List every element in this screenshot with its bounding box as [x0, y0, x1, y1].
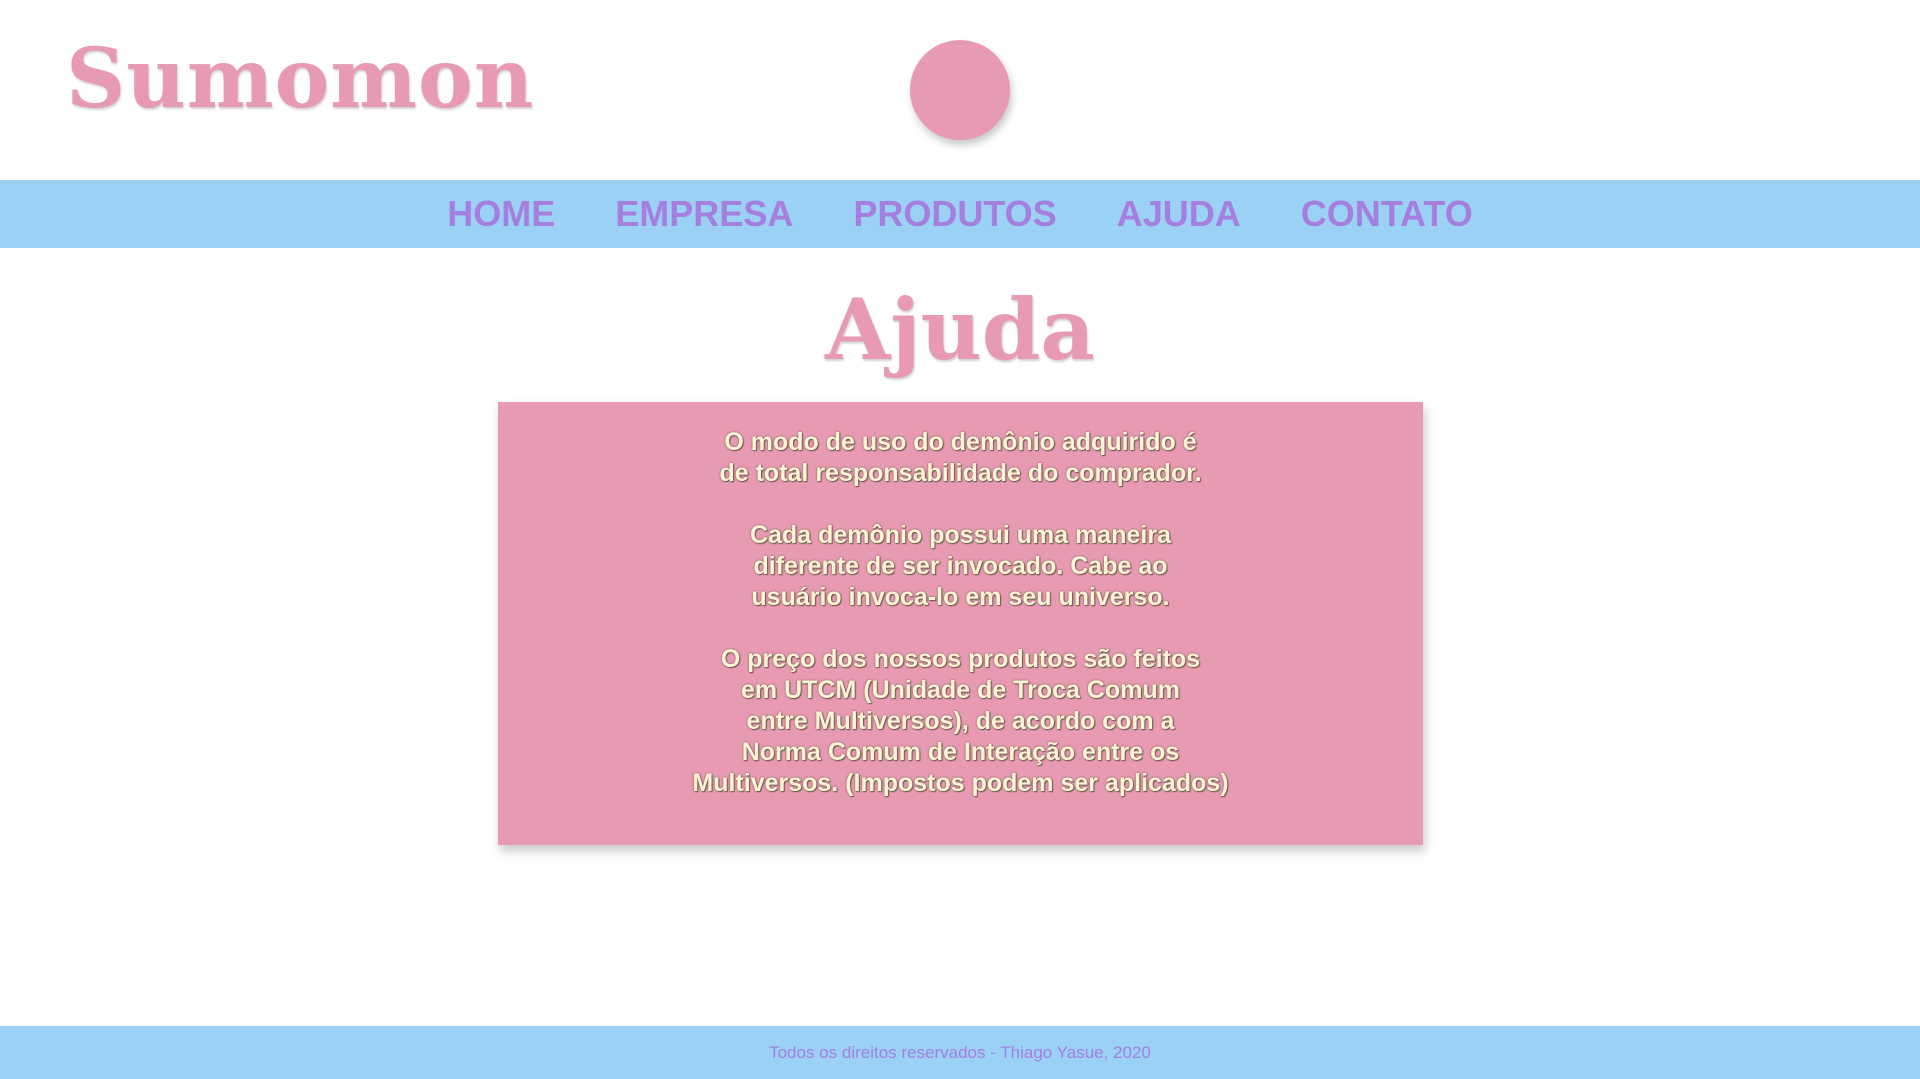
footer-copyright: Todos os direitos reservados - Thiago Ya…	[769, 1042, 1151, 1062]
help-paragraph: O modo de uso do demônio adquirido é de …	[498, 427, 1423, 489]
nav-item-produtos[interactable]: PRODUTOS	[853, 193, 1056, 235]
help-line: entre Multiversos), de acordo com a	[746, 707, 1175, 735]
help-paragraph: Cada demônio possui uma maneira diferent…	[498, 520, 1423, 613]
nav-item-ajuda[interactable]: AJUDA	[1117, 193, 1241, 235]
nav-item-contato[interactable]: CONTATO	[1301, 193, 1473, 235]
help-line: O preço dos nossos produtos são feitos	[720, 645, 1201, 673]
site-header: Sumomon	[0, 0, 1920, 180]
logo-circle	[910, 40, 1010, 140]
help-line: Multiversos. (Impostos podem ser aplicad…	[692, 769, 1229, 797]
main-nav: HOME EMPRESA PRODUTOS AJUDA CONTATO	[0, 180, 1920, 248]
help-card: O modo de uso do demônio adquirido é de …	[498, 402, 1423, 845]
help-line: em UTCM (Unidade de Troca Comum	[741, 676, 1180, 704]
help-line: usuário invoca-lo em seu universo.	[751, 583, 1170, 611]
help-line: Norma Comum de Interação entre os	[741, 738, 1180, 766]
help-line: de total responsabilidade do comprador.	[719, 459, 1202, 487]
site-footer: Todos os direitos reservados - Thiago Ya…	[0, 1026, 1920, 1079]
help-text: O modo de uso do demônio adquirido é de …	[498, 427, 1423, 830]
page-title: Ajuda	[825, 280, 1095, 379]
help-line: diferente de ser invocado. Cabe ao	[753, 552, 1168, 580]
help-line: O modo de uso do demônio adquirido é	[724, 428, 1197, 456]
nav-item-empresa[interactable]: EMPRESA	[615, 193, 793, 235]
site-logo[interactable]: Sumomon	[66, 38, 534, 120]
nav-item-home[interactable]: HOME	[447, 193, 555, 235]
help-line: Cada demônio possui uma maneira	[750, 521, 1171, 549]
help-paragraph: O preço dos nossos produtos são feitos e…	[498, 644, 1423, 799]
